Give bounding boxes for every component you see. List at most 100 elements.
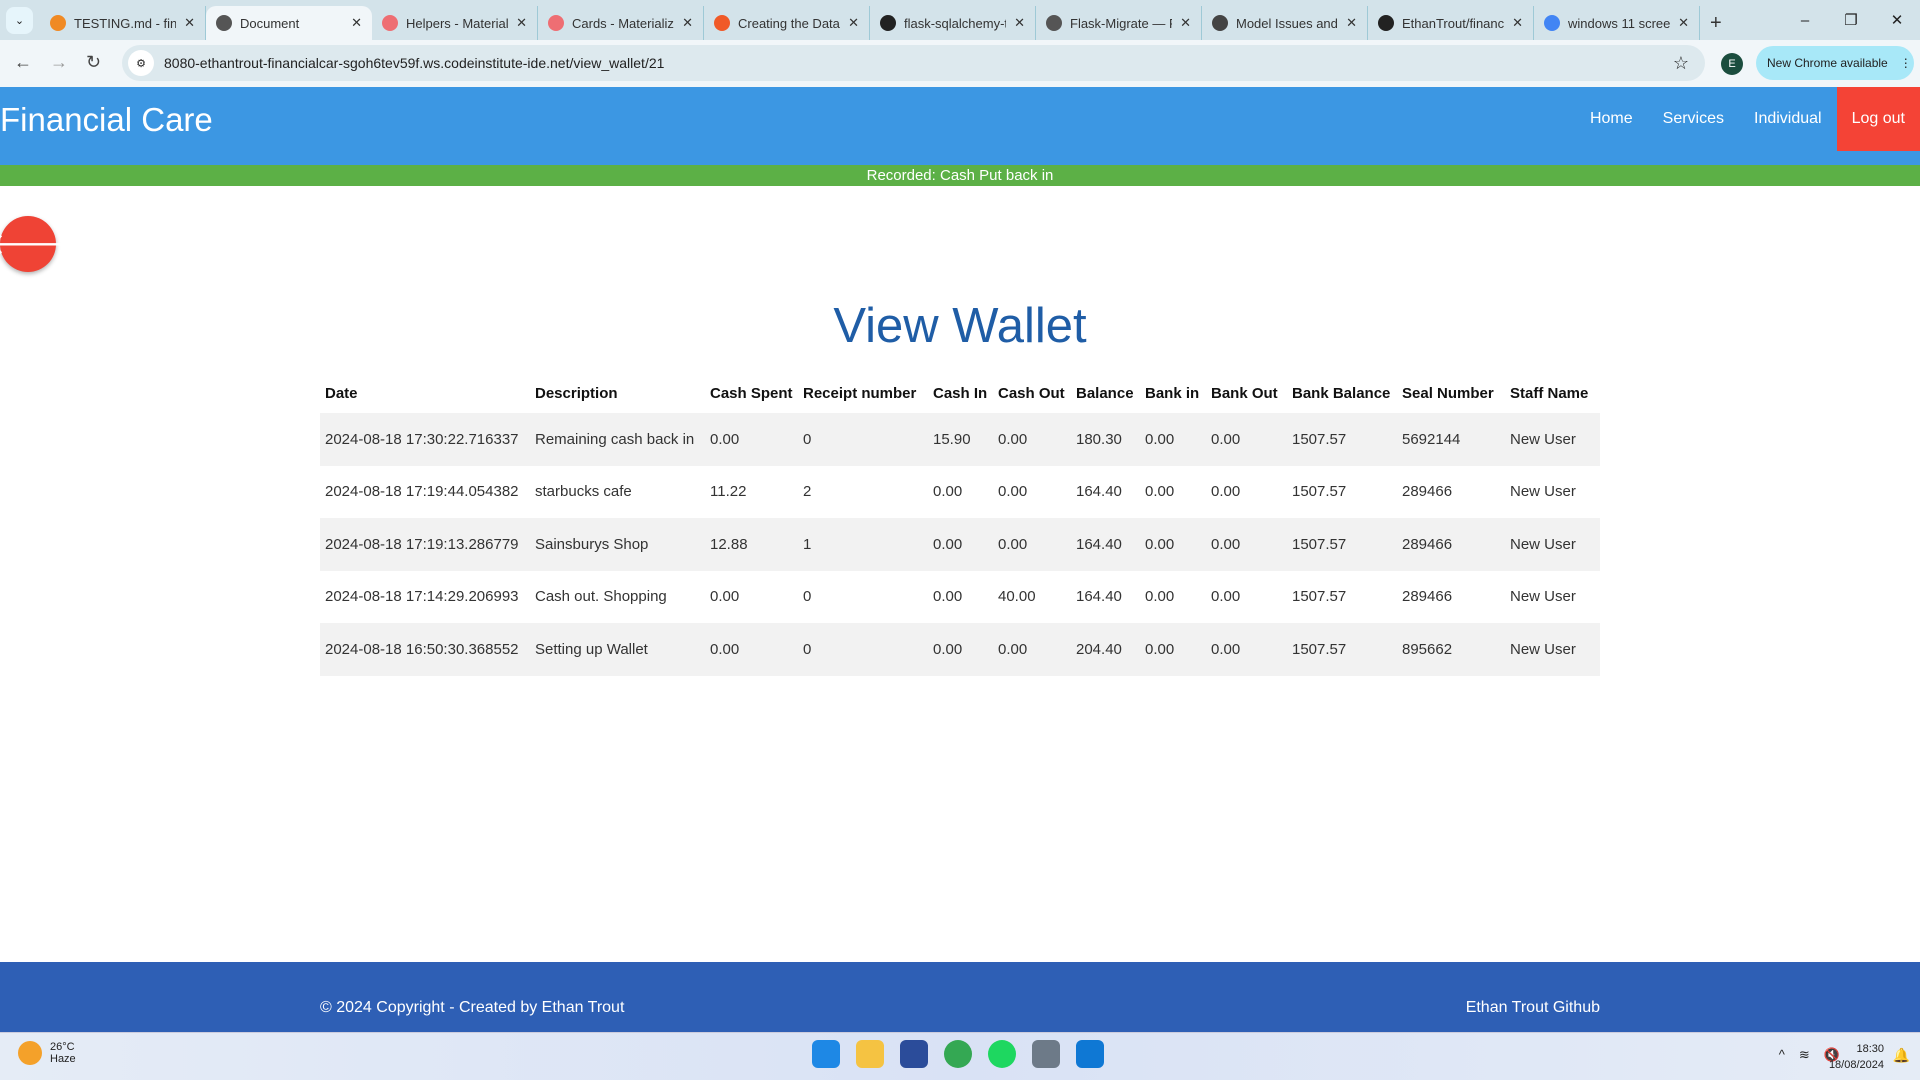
profile-avatar[interactable]: E <box>1721 53 1743 75</box>
tab-title: windows 11 screenshot <box>1568 15 1671 31</box>
column-header: Date <box>325 384 358 402</box>
browser-tab[interactable]: EthanTrout/financial ✕ <box>1368 6 1534 40</box>
wallet-table: Date Description Cash Spent Receipt number C… <box>320 373 1600 676</box>
table-cell: 0 <box>803 588 812 606</box>
address-bar[interactable]: ⚙ 8080-ethantrout-financialcar-sgoh6tev5… <box>122 45 1705 81</box>
table-cell: 2024-08-18 17:19:13.286779 <box>320 518 530 571</box>
url-text[interactable]: 8080-ethantrout-financialcar-sgoh6tev59f… <box>164 55 664 71</box>
nav-services[interactable]: Services <box>1648 87 1739 151</box>
table-cell: 2 <box>803 483 812 501</box>
nav-individual[interactable]: Individual <box>1739 87 1837 151</box>
store-icon[interactable] <box>900 1040 928 1068</box>
brand-logo[interactable]: Financial Care <box>0 101 213 139</box>
close-tab-icon[interactable]: ✕ <box>184 15 195 31</box>
table-cell: 11.22 <box>710 483 747 501</box>
table-cell: 204.40 <box>1071 623 1140 676</box>
back-nav-icon[interactable]: ← <box>14 52 32 73</box>
close-tab-icon[interactable]: ✕ <box>516 15 527 31</box>
browser-tab[interactable]: Helpers - Materialize ✕ <box>372 6 538 40</box>
column-header: Balance <box>1076 384 1134 402</box>
temperature: 26°C <box>50 1041 75 1053</box>
table-row: 2024-08-18 17:30:22.716337 Remaining cash… <box>320 413 1600 466</box>
navbar: Financial Care Home Services Individual … <box>0 87 1920 165</box>
browser-tab[interactable]: flask-sqlalchemy-tutorial ✕ <box>870 6 1036 40</box>
table-cell: 2024-08-18 16:50:30.368552 <box>320 623 530 676</box>
close-tab-icon[interactable]: ✕ <box>682 15 693 31</box>
logout-button[interactable]: Log out <box>1836 87 1920 151</box>
table-cell: 0.00 <box>710 588 740 606</box>
bookmark-star-icon[interactable]: ☆ <box>1673 53 1689 74</box>
tab-title: Model Issues and <box>1236 15 1338 31</box>
table-cell: 180.30 <box>1071 413 1140 466</box>
chevron-up-icon[interactable]: ^ <box>1779 1047 1785 1063</box>
close-tab-icon[interactable]: ✕ <box>1346 15 1357 31</box>
close-window-button[interactable]: ✕ <box>1874 0 1920 40</box>
spotify-icon[interactable] <box>988 1040 1016 1068</box>
table-cell: 164.40 <box>1071 518 1140 571</box>
table-cell: 15.90 <box>928 413 993 466</box>
table-cell: 0.00 <box>1145 483 1175 501</box>
table-cell: 0.00 <box>705 413 798 466</box>
file-explorer-icon[interactable] <box>856 1040 884 1068</box>
back-button[interactable]: 🡐 <box>0 216 68 272</box>
tab-title: flask-sqlalchemy-tutorial <box>904 15 1007 31</box>
table-cell: Setting up Wallet <box>530 623 705 676</box>
start-icon[interactable] <box>812 1040 840 1068</box>
browser-tab[interactable]: Flask-Migrate — Flask ✕ <box>1036 6 1202 40</box>
table-cell: 0.00 <box>933 483 963 501</box>
table-cell: 0.00 <box>1140 518 1206 571</box>
table-cell: 0.00 <box>993 413 1071 466</box>
column-header: Staff Name <box>1510 384 1589 402</box>
github-link[interactable]: Ethan Trout Github <box>1466 999 1600 1017</box>
forward-nav-icon[interactable]: → <box>50 52 68 73</box>
table-cell: 0.00 <box>1145 588 1175 606</box>
table-cell: New User <box>1505 413 1600 466</box>
outlook-icon[interactable] <box>1076 1040 1104 1068</box>
close-tab-icon[interactable]: ✕ <box>1512 15 1523 31</box>
table-cell: 12.88 <box>705 518 798 571</box>
browser-tab[interactable]: windows 11 screenshot ✕ <box>1534 6 1700 40</box>
update-chrome-button[interactable]: New Chrome available ⋮ <box>1756 46 1914 80</box>
table-cell: 0.00 <box>1206 623 1287 676</box>
restore-button[interactable]: ❐ <box>1828 0 1874 40</box>
footer: © 2024 Copyright - Created by Ethan Trou… <box>0 962 1920 1032</box>
column-header: Receipt number <box>803 384 917 402</box>
table-cell: 1507.57 <box>1292 483 1347 501</box>
table-cell: New User <box>1510 588 1576 606</box>
new-tab-button[interactable]: + <box>1700 6 1732 40</box>
weather-widget[interactable]: 26°C Haze <box>18 1041 76 1065</box>
table-cell: 164.40 <box>1076 588 1122 606</box>
settings-icon[interactable] <box>1032 1040 1060 1068</box>
close-tab-icon[interactable]: ✕ <box>1014 15 1025 31</box>
minimize-button[interactable]: – <box>1782 0 1828 40</box>
browser-tab[interactable]: TESTING.md - financial ✕ <box>40 6 206 40</box>
close-tab-icon[interactable]: ✕ <box>1180 15 1191 31</box>
chrome-icon[interactable] <box>944 1040 972 1068</box>
close-tab-icon[interactable]: ✕ <box>351 15 362 31</box>
column-header: Seal Number <box>1402 384 1494 402</box>
table-cell: starbucks cafe <box>535 483 632 501</box>
tab-search-button[interactable]: ⌄ <box>6 7 33 34</box>
browser-tab[interactable]: Cards - Materialize ✕ <box>538 6 704 40</box>
wifi-icon[interactable]: ≋ <box>1799 1047 1810 1063</box>
copyright: © 2024 Copyright - Created by Ethan Trou… <box>320 999 625 1016</box>
close-tab-icon[interactable]: ✕ <box>848 15 859 31</box>
browser-tab[interactable]: Document ✕ <box>206 6 372 40</box>
close-tab-icon[interactable]: ✕ <box>1678 15 1689 31</box>
reload-icon[interactable]: ↻ <box>86 52 101 73</box>
table-cell: 1507.57 <box>1287 518 1397 571</box>
tab-strip: ⌄ TESTING.md - financial✕Document✕Helper… <box>0 0 1920 40</box>
menu-icon[interactable]: ⋮ <box>1900 56 1912 70</box>
notification-bell-icon[interactable]: 🔔 <box>1893 1047 1910 1064</box>
clock[interactable]: 18:30 18/08/2024 <box>1829 1041 1884 1073</box>
table-cell: 1 <box>798 518 928 571</box>
table-cell: New User <box>1505 623 1600 676</box>
circle-icon <box>714 15 730 31</box>
site-info-icon[interactable]: ⚙ <box>128 50 154 76</box>
table-cell: 289466 <box>1397 518 1505 571</box>
table-cell: 0.00 <box>1206 518 1287 571</box>
browser-tab[interactable]: Model Issues and ✕ <box>1202 6 1368 40</box>
browser-tab[interactable]: Creating the Database ✕ <box>704 6 870 40</box>
nav-home[interactable]: Home <box>1575 87 1648 151</box>
table-cell: 0.00 <box>1211 483 1241 501</box>
